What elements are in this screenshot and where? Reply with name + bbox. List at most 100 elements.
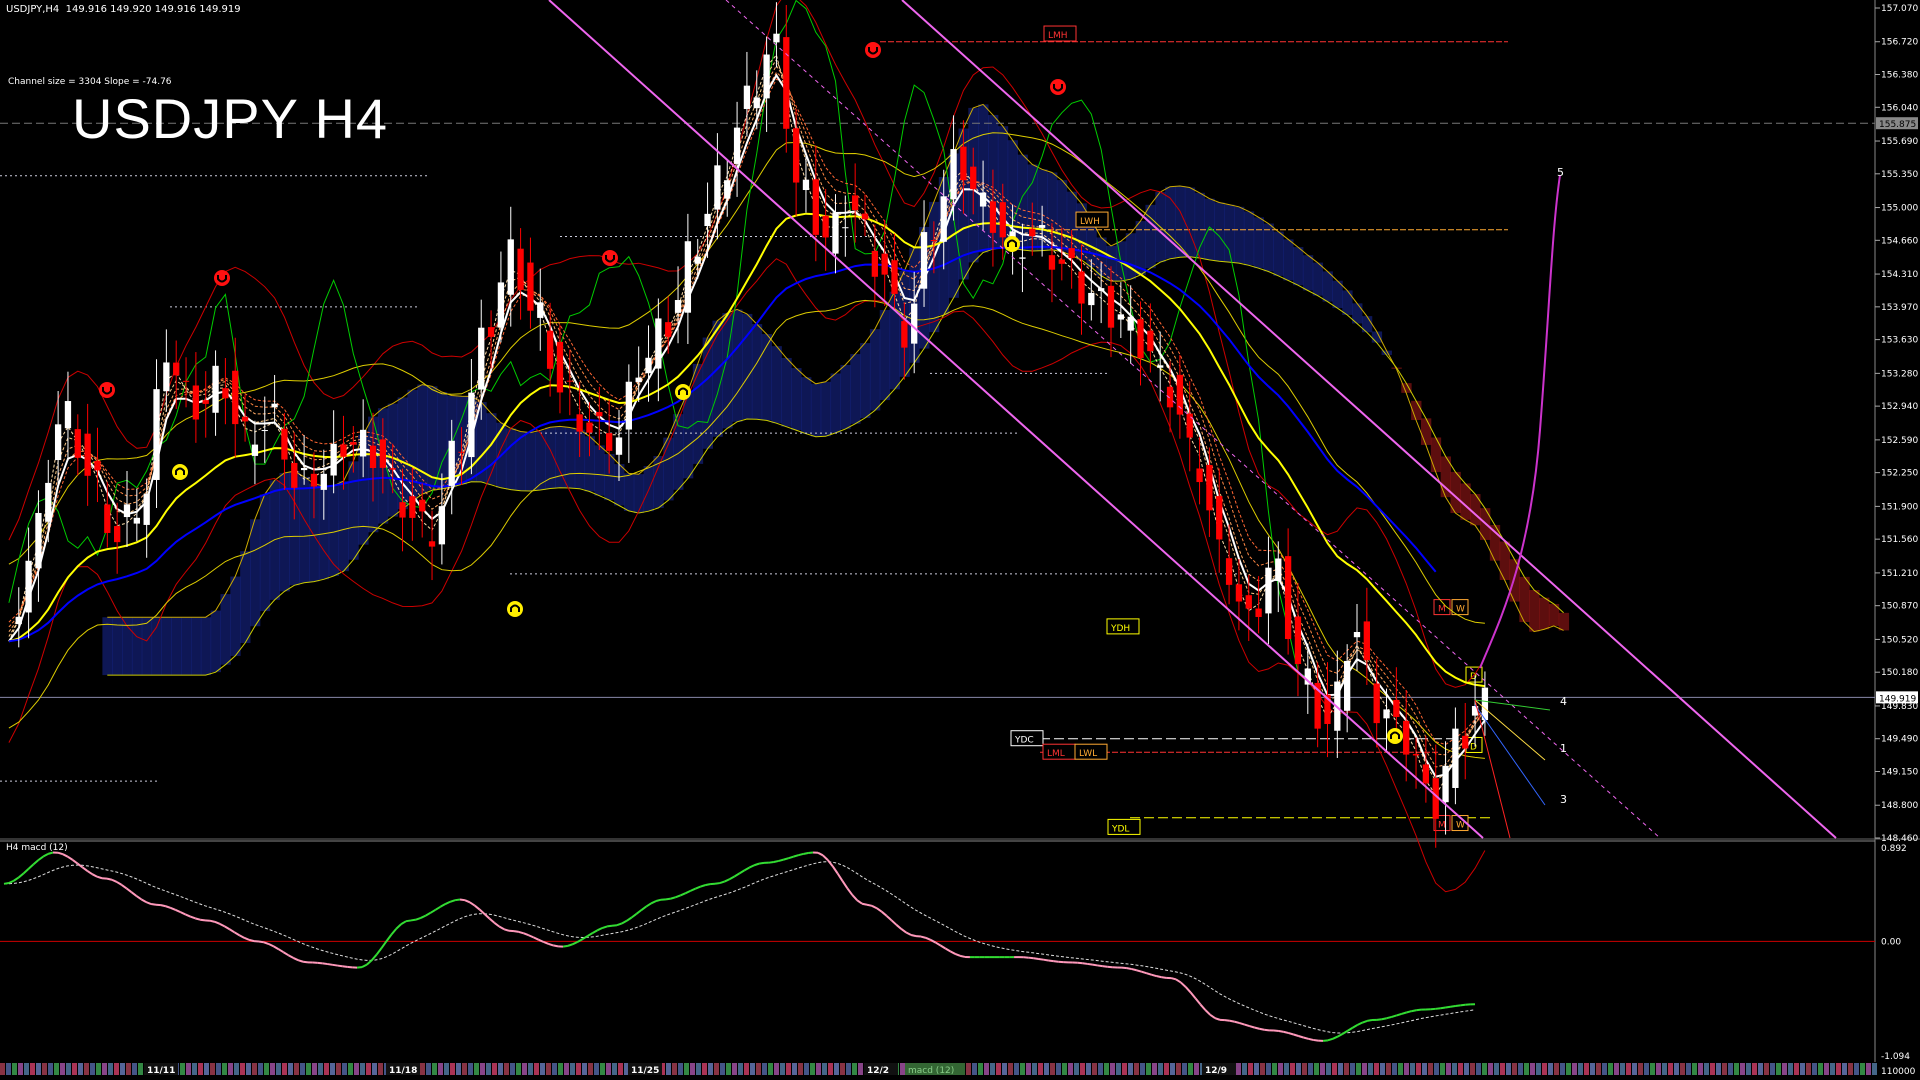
time-strip-cell [1464,1063,1469,1075]
macd-segment [1234,1020,1240,1025]
time-strip-cell [204,1063,209,1075]
time-strip-cell [990,1063,995,1075]
macd-segment [342,965,348,968]
time-strip-cell [1056,1063,1061,1075]
d-tag-upper: D [1470,672,1477,682]
macd-tick-label: 0.892 [1881,844,1907,854]
time-strip-cell [1638,1063,1643,1075]
volume-label: 110000 [1881,1067,1916,1077]
time-strip-cell [1428,1063,1433,1075]
macd-segment [1303,1036,1309,1040]
cloud-segment [161,617,172,676]
time-strip-cell [12,1063,17,1075]
macd-segment [1376,1018,1382,1021]
time-strip-cell [1170,1063,1175,1075]
candle-body [1255,608,1262,617]
candle-body [1245,595,1252,609]
wave-label-4: 4 [1560,695,1567,708]
macd-segment [248,938,255,943]
candle-body [182,380,190,382]
cloud-segment [732,309,743,422]
time-strip-cell [1158,1063,1163,1075]
candle-body [733,127,741,164]
time-strip-cell [534,1063,539,1075]
candle-body [802,179,810,191]
time-strip-cell [294,1063,299,1075]
time-label: 12/9 [1205,1066,1227,1076]
time-strip-cell [510,1063,515,1075]
time-strip-cell [456,1063,461,1075]
time-strip-cell [1446,1063,1451,1075]
time-strip-cell [1326,1063,1331,1075]
candle-body [940,196,947,242]
chart-window: LMH LWH YDH YDC LML LWL YDL M W D D M W 5413 157.070… [0,0,1920,1080]
macd-segment [1401,1011,1407,1015]
cloud-segment [1263,223,1274,272]
time-strip-cell [492,1063,497,1075]
cloud-segment [1371,331,1383,343]
cloud-segment [663,437,674,501]
time-strip-cell [1788,1063,1793,1075]
time-strip-cell [1494,1063,1499,1075]
macd-segment [332,963,338,967]
time-strip-cell [570,1063,575,1075]
time-strip-cell [1854,1063,1859,1075]
candle-body [625,381,632,430]
cloud-segment [1273,231,1284,276]
cloud-segment [171,617,182,676]
cloud-segment [1243,211,1255,266]
candle-body [1275,558,1282,581]
price-chart[interactable]: LMHLWHYDHYDCLML LWLYDLM WDDM W 5413 157.070… [0,0,1920,1080]
cloud-segment [1529,589,1540,632]
macd-segment [910,934,917,938]
time-strip-cell [1452,1063,1457,1075]
macd-segment [410,918,417,922]
macd-segment [1136,969,1142,973]
candle-body [1088,292,1095,306]
time-strip-cell [1266,1063,1271,1075]
time-strip-cell [1524,1063,1529,1075]
time-strip-cell [1800,1063,1805,1075]
time-strip-cell [1632,1063,1637,1075]
time-strip-cell [1698,1063,1703,1075]
candle-body [409,496,416,518]
time-strip-cell [474,1063,479,1075]
candle-body [15,616,22,625]
time-strip-cell [1548,1063,1553,1075]
candle-body [389,468,396,470]
candle-body [251,444,259,456]
time-strip-cell [1776,1063,1781,1075]
macd-tick-label: -1.094 [1881,1052,1910,1062]
macd-segment [160,904,167,908]
candle-body [881,253,888,275]
macd-segment [1102,965,1108,968]
time-strip-cell [1086,1063,1091,1075]
up-fractal-marker [172,464,188,480]
time-strip-cell [318,1063,323,1075]
macd-segment [1043,958,1049,962]
time-strip-cell [1032,1063,1037,1075]
candle-body [1284,556,1292,640]
time-strip-cell [1188,1063,1193,1075]
price-tick-label: 155.350 [1881,170,1918,180]
time-strip-cell [1710,1063,1715,1075]
cloud-segment [1489,524,1501,561]
cloud-segment [791,368,802,431]
candle-body [537,302,544,318]
candle-body [291,462,298,488]
time-strip-cell [432,1063,437,1075]
time-strip-cell [1662,1063,1667,1075]
time-strip-cell [1614,1063,1619,1075]
time-strip-cell [828,1063,833,1075]
macd-segment [327,963,333,966]
time-strip-cell [1392,1063,1397,1075]
time-strip-cell [1014,1063,1019,1075]
time-strip-cell [78,1063,83,1075]
macd-segment [773,859,779,863]
macd-segment [322,962,328,966]
time-strip-cell [702,1063,707,1075]
candle-body [1412,753,1420,756]
price-tick-label: 151.210 [1881,569,1918,579]
candle-body [419,499,426,512]
time-strip-cell [372,1063,377,1075]
